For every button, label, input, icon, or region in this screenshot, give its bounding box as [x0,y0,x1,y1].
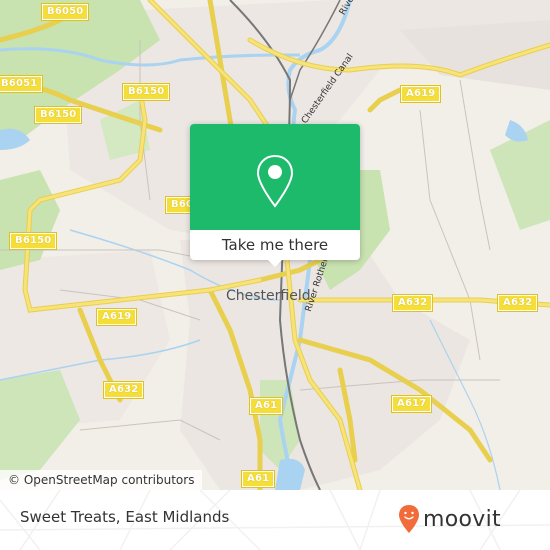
road-label-b6051: B6051 [0,75,44,93]
road-label-a61-north: A61 [248,397,284,415]
road-label-b6050: B6050 [40,3,90,21]
road-label-a619-east: A619 [399,85,442,103]
road-label-a617: A617 [390,395,433,413]
take-me-there-button[interactable]: Take me there [190,230,360,260]
location-pin-icon [256,154,294,208]
road-label-b6150-west: B6150 [8,232,58,250]
place-label-chesterfield: Chesterfield [226,288,311,304]
urban-area [400,20,550,90]
road-label-b6150-north: B6150 [121,83,171,101]
road-label-a61-south: A61 [240,470,276,488]
road-label-a632-east: A632 [391,294,434,312]
road-label-a632-southwest: A632 [102,381,145,399]
map-view[interactable]: B6050 B6051 B6150 B6150 B6150 B60 A619 A… [0,0,550,490]
road-label-a632-far-east: A632 [496,294,539,312]
road-label-b6150-south: B6150 [33,106,83,124]
popup-pointer [266,258,284,267]
popup-header [190,124,360,230]
moovit-wordmark: moovit [423,506,501,532]
moovit-pin-icon [399,505,419,533]
place-name: Sweet Treats, East Midlands [20,508,230,526]
road-label-a619-west: A619 [95,308,138,326]
map-attribution[interactable]: © OpenStreetMap contributors [0,470,203,490]
moovit-logo[interactable]: moovit [398,504,501,534]
location-popup: Take me there [190,124,360,267]
footer-bar: Sweet Treats, East Midlands moovit [0,490,550,550]
lake [505,120,528,142]
